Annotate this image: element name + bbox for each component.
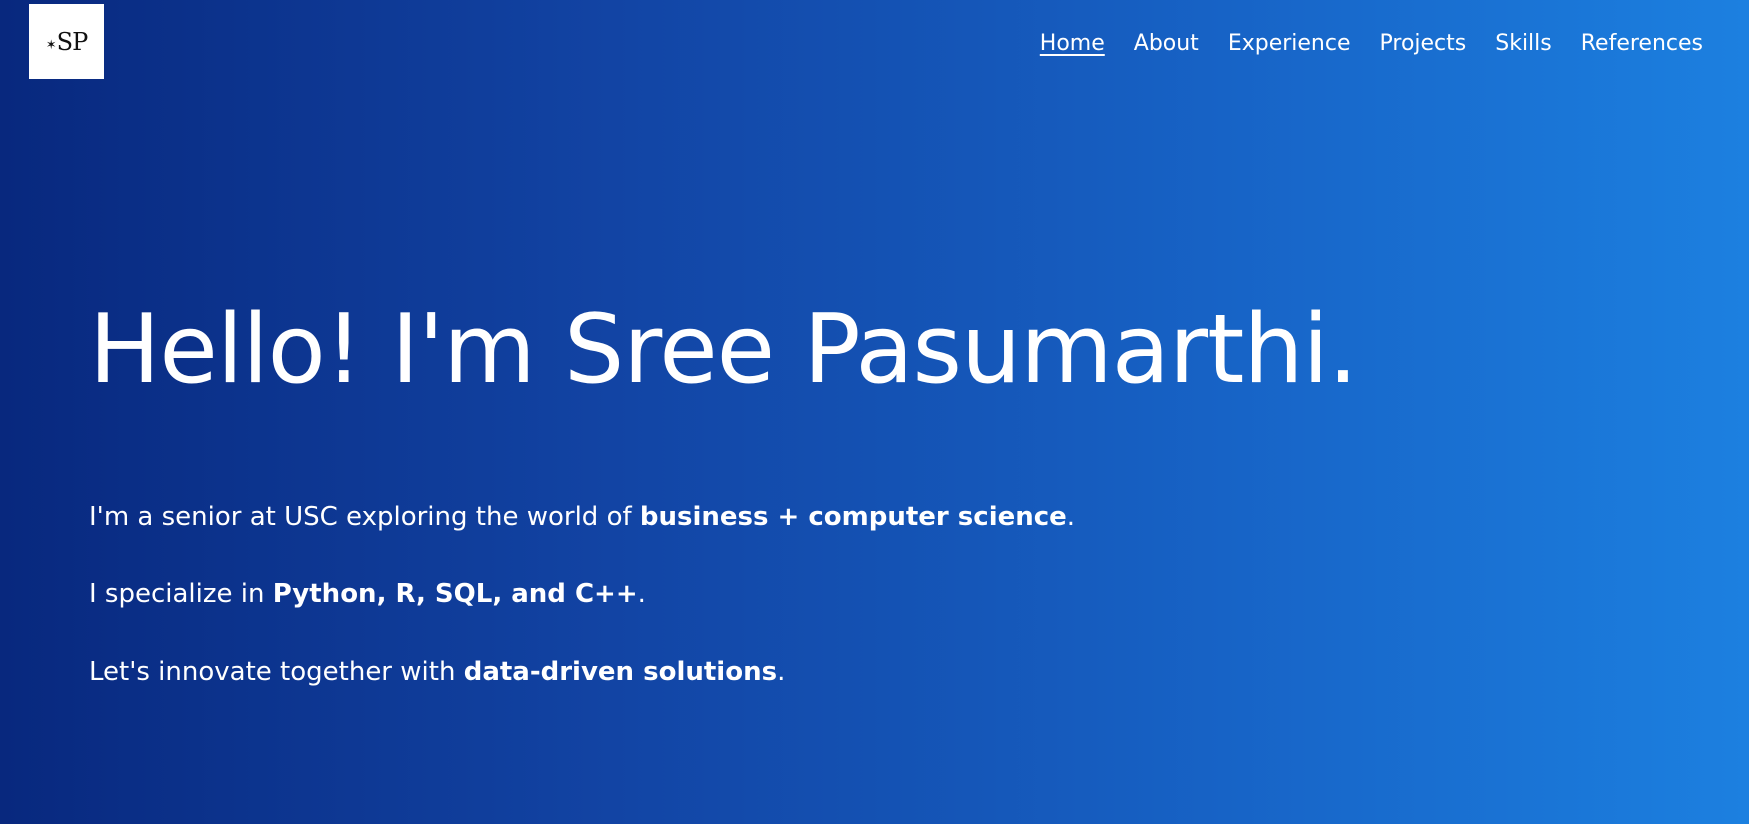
nav-link-references[interactable]: References xyxy=(1581,31,1703,56)
intro-line-3-highlight: data-driven solutions xyxy=(463,657,778,687)
intro-line-2-highlight: Python, R, SQL, and C++ xyxy=(272,579,638,609)
intro-line-skills: I specialize in Python, R, SQL, and C++. xyxy=(89,579,646,609)
logo-mark: ✶ SP xyxy=(46,30,88,54)
intro-line-study: I'm a senior at USC exploring the world … xyxy=(89,502,1075,532)
intro-line-3-text: Let's innovate together with xyxy=(89,657,464,687)
logo-text: SP xyxy=(56,27,89,56)
intro-line-2-text: I specialize in xyxy=(89,579,273,609)
intro-line-1-highlight: business + computer science xyxy=(639,502,1067,532)
intro-line-3-end: . xyxy=(777,657,786,687)
main-nav: Home About Experience Projects Skills Re… xyxy=(1040,31,1703,56)
intro-line-1-end: . xyxy=(1066,502,1076,532)
intro-line-cta: Let's innovate together with data-driven… xyxy=(89,657,785,687)
nav-link-projects[interactable]: Projects xyxy=(1380,31,1467,56)
intro-line-2-end: . xyxy=(637,579,646,609)
nav-link-home[interactable]: Home xyxy=(1040,31,1105,56)
nav-link-skills[interactable]: Skills xyxy=(1495,31,1552,56)
nav-link-experience[interactable]: Experience xyxy=(1228,31,1351,56)
site-logo[interactable]: ✶ SP xyxy=(29,4,104,79)
nav-link-about[interactable]: About xyxy=(1134,31,1199,56)
intro-line-1-text: I'm a senior at USC exploring the world … xyxy=(89,502,640,532)
star-icon: ✶ xyxy=(45,38,57,53)
hero-heading: Hello! I'm Sree Pasumarthi. xyxy=(89,295,1358,405)
